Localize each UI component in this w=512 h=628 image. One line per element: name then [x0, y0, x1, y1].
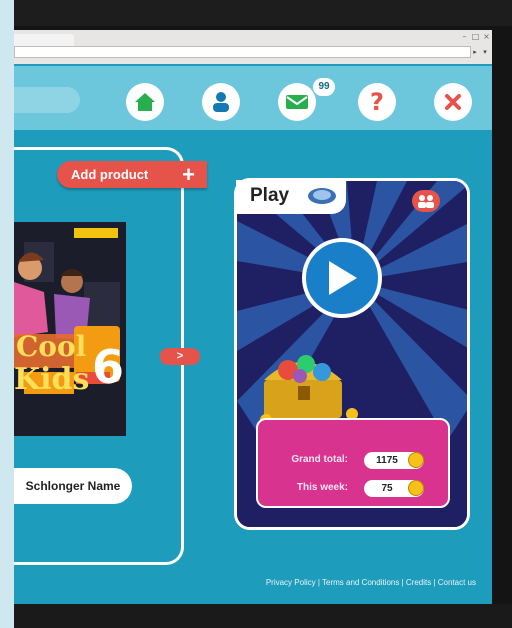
- user-icon: [213, 92, 229, 112]
- product-name-text: Schlonger Name: [25, 479, 121, 493]
- plus-icon: +: [182, 162, 195, 187]
- minimize-icon[interactable]: –: [460, 33, 469, 41]
- book-cover[interactable]: Cool Kids 6: [14, 222, 126, 436]
- home-button[interactable]: [126, 83, 164, 121]
- footer-links[interactable]: Privacy Policy | Terms and Conditions | …: [14, 578, 476, 587]
- add-product-button[interactable]: Add product +: [57, 161, 207, 188]
- home-icon: [135, 93, 155, 111]
- this-week-label: This week:: [296, 482, 348, 493]
- coin-icon: [408, 452, 424, 468]
- leaderboard-button[interactable]: [412, 190, 440, 212]
- profile-button[interactable]: [202, 83, 240, 121]
- coin-icon: [408, 480, 424, 496]
- close-icon: [445, 94, 461, 110]
- mail-icon: [286, 95, 308, 109]
- treasure-chest-icon: [260, 355, 358, 426]
- window-close-icon[interactable]: ×: [482, 33, 491, 41]
- address-bar[interactable]: [14, 46, 471, 58]
- monitor-bottom-bezel: [14, 604, 512, 628]
- next-arrow-button[interactable]: >: [160, 348, 200, 365]
- play-icon: [329, 261, 357, 295]
- grand-total-label: Grand total:: [291, 454, 348, 465]
- page-background: [0, 0, 14, 628]
- help-icon: ?: [370, 88, 384, 116]
- chevron-right-icon: >: [176, 350, 184, 362]
- scroll-right-icon[interactable]: ▸: [470, 47, 480, 57]
- monitor-top-bezel: [14, 0, 512, 26]
- globe-icon: [308, 188, 336, 204]
- messages-button[interactable]: [278, 83, 316, 121]
- close-button[interactable]: [434, 83, 472, 121]
- play-button[interactable]: [302, 238, 382, 318]
- group-icon: [418, 195, 434, 208]
- book-cover-art: [14, 222, 126, 436]
- maximize-icon[interactable]: □: [471, 33, 480, 41]
- unread-count-badge: 99: [313, 78, 335, 96]
- book-title-bottom: Kids: [14, 362, 90, 397]
- product-name-label: Schlonger Name: [14, 468, 132, 504]
- scroll-down-icon[interactable]: ▾: [480, 47, 490, 57]
- top-navigation-bar: [14, 66, 492, 130]
- help-button[interactable]: ?: [358, 83, 396, 121]
- book-title-top: Cool: [16, 330, 87, 363]
- search-input[interactable]: [14, 87, 80, 113]
- play-title: Play: [250, 185, 290, 206]
- add-product-label: Add product: [71, 167, 149, 182]
- book-number: 6: [92, 340, 125, 394]
